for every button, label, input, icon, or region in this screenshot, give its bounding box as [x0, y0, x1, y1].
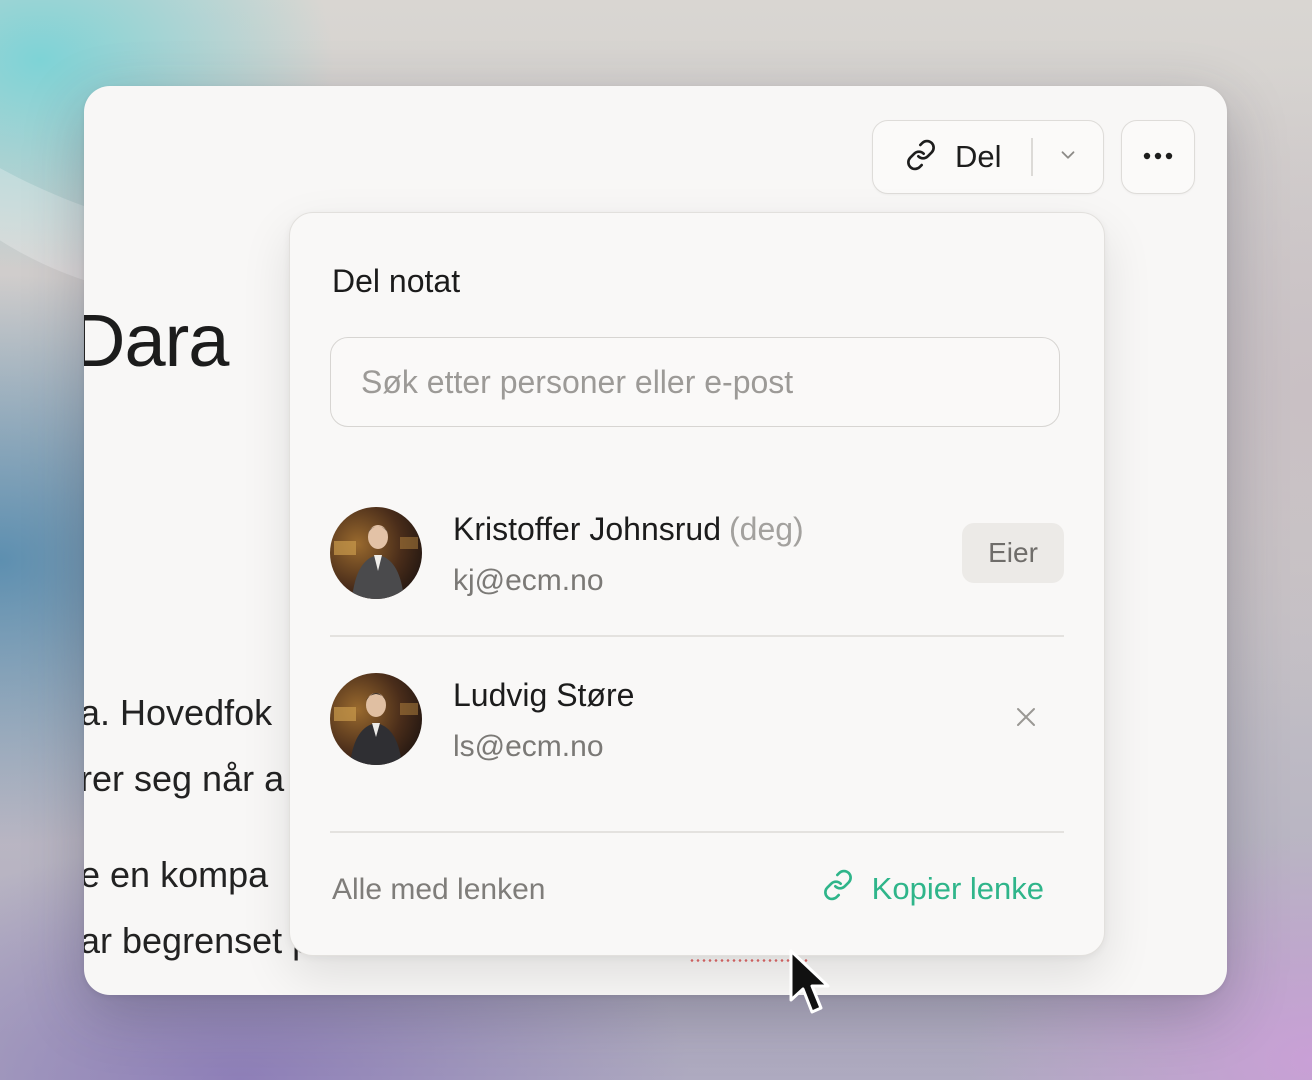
person-row: Kristoffer Johnsrud (deg) kj@ecm.no Eier: [330, 507, 1064, 627]
document-body-line: rer seg når a: [84, 758, 285, 799]
remove-person-button[interactable]: [1008, 701, 1044, 737]
avatar: [330, 673, 422, 765]
popover-title: Del notat: [332, 263, 461, 299]
share-options-dropdown[interactable]: [1033, 121, 1104, 193]
link-icon: [822, 869, 854, 909]
person-email: kj@ecm.no: [453, 564, 604, 597]
document-body-line: a. Hovedfok: [84, 692, 273, 733]
mouse-cursor-icon: [788, 948, 832, 1025]
person-email: ls@ecm.no: [453, 730, 604, 763]
share-split-button: Del: [872, 120, 1104, 194]
person-name: Kristoffer Johnsrud (deg): [453, 511, 804, 548]
divider: [330, 635, 1064, 637]
more-options-button[interactable]: [1121, 120, 1195, 194]
chevron-down-icon: [1057, 144, 1079, 171]
owner-role-badge: Eier: [962, 523, 1064, 583]
app-window: Dara a. Hovedfok rer seg når a e en komp…: [84, 86, 1227, 995]
copy-link-label: Kopier lenke: [871, 871, 1044, 906]
avatar: [330, 507, 422, 599]
person-name: Ludvig Støre: [453, 677, 635, 713]
copy-link-button[interactable]: Kopier lenke: [822, 869, 1044, 909]
search-people-input[interactable]: [330, 337, 1060, 427]
document-title: Dara: [84, 299, 229, 382]
link-icon: [905, 139, 937, 176]
share-button[interactable]: Del: [873, 121, 1031, 193]
person-name-text: Kristoffer Johnsrud: [453, 511, 721, 547]
share-popover: Del notat Søk etter personer eller e-pos…: [289, 212, 1105, 956]
person-row: Ludvig Støre ls@ecm.no: [330, 673, 1064, 793]
document-body-line: e en kompa: [84, 854, 269, 895]
you-label: (deg): [728, 511, 804, 547]
share-button-label: Del: [955, 139, 1002, 174]
more-horizontal-icon: [1142, 148, 1174, 166]
link-access-label[interactable]: Alle med lenken: [332, 873, 545, 907]
divider: [330, 831, 1064, 833]
close-icon: [1015, 706, 1037, 733]
